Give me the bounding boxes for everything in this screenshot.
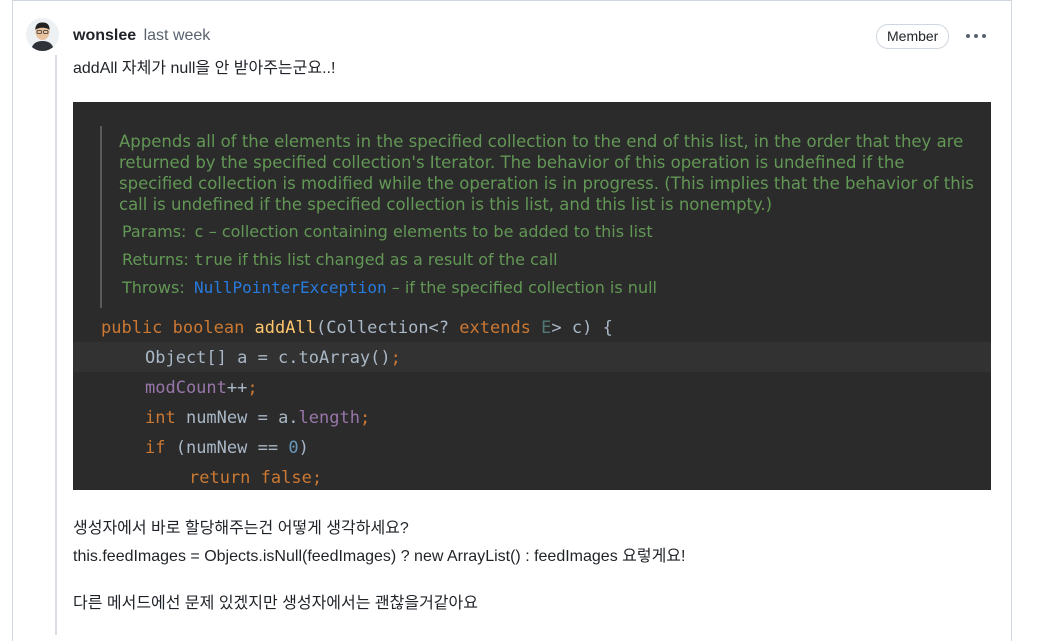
code-line: if (numNew == 0) — [145, 438, 309, 458]
timeline-line — [55, 55, 57, 635]
code-token: return false; — [189, 468, 323, 488]
more-options-button[interactable] — [962, 26, 990, 46]
comment-text-line: this.feedImages = Objects.isNull(feedIma… — [73, 548, 686, 565]
doc-throws-label: Throws: — [122, 278, 185, 297]
code-token: (Collection<? — [315, 318, 460, 338]
doc-comment-bar — [100, 126, 102, 308]
code-token: extends — [459, 318, 542, 338]
dot-icon — [974, 34, 978, 38]
code-token: boolean — [172, 318, 255, 338]
code-line: int numNew = a.length; — [145, 408, 370, 428]
comment-text-line: 다른 메서드에선 문제 있겠지만 생성자에서는 괜찮을거같아요 — [73, 595, 478, 612]
code-token: ++ — [226, 378, 248, 398]
avatar[interactable] — [26, 18, 59, 51]
code-token: numNew = a. — [185, 408, 299, 428]
code-line: modCount++; — [145, 378, 258, 398]
doc-returns-text: if this list changed as a result of the … — [232, 250, 558, 269]
author-name[interactable]: wonslee — [73, 27, 136, 44]
code-token: ) — [298, 438, 309, 458]
code-token: > c) { — [551, 318, 613, 338]
code-token: ; — [247, 378, 258, 398]
code-token: (numNew == — [175, 438, 289, 458]
code-line: Object[] a = c.toArray(); — [145, 348, 401, 368]
code-token: Object[] a = c.toArray() — [145, 348, 391, 368]
doc-description: Appends all of the elements in the speci… — [119, 132, 974, 214]
doc-throws-link: NullPointerException — [194, 278, 387, 297]
doc-throws-row: Throws: NullPointerException – if the spe… — [122, 278, 657, 298]
code-token: ; — [390, 348, 401, 368]
dot-icon — [966, 34, 970, 38]
code-token: if — [145, 438, 176, 458]
code-token: 0 — [288, 438, 299, 458]
code-token: E — [541, 318, 552, 338]
doc-returns-code: true — [194, 250, 233, 269]
code-line: return false; — [189, 468, 322, 488]
code-token: length — [298, 408, 360, 428]
doc-params-row: Params: c – collection containing element… — [122, 222, 653, 242]
doc-params-name: c — [194, 222, 204, 241]
code-token: modCount — [145, 378, 227, 398]
code-token: public — [101, 318, 173, 338]
code-line: public boolean addAll(Collection<? exten… — [101, 318, 613, 338]
doc-returns-row: Returns: true if this list changed as a r… — [122, 250, 558, 270]
code-token: addAll — [254, 318, 316, 338]
doc-params-text: – collection containing elements to be a… — [203, 222, 653, 241]
user-avatar-icon — [26, 18, 59, 51]
doc-returns-label: Returns: — [122, 250, 189, 269]
code-token: ; — [359, 408, 371, 428]
dot-icon — [982, 34, 986, 38]
doc-params-label: Params: — [122, 222, 187, 241]
comment-text-line: 생성자에서 바로 할당해주는건 어떻게 생각하세요? — [73, 520, 409, 537]
comment-text-line: addAll 자체가 null을 안 받아주는군요..! — [73, 60, 336, 77]
code-screenshot-image[interactable]: Appends all of the elements in the speci… — [73, 102, 991, 490]
comment-header: wonslee last week — [73, 26, 210, 46]
member-badge: Member — [876, 24, 950, 49]
code-token: int — [145, 408, 186, 428]
doc-throws-text: – if the specified collection is null — [386, 278, 657, 297]
comment-timestamp[interactable]: last week — [144, 27, 211, 44]
